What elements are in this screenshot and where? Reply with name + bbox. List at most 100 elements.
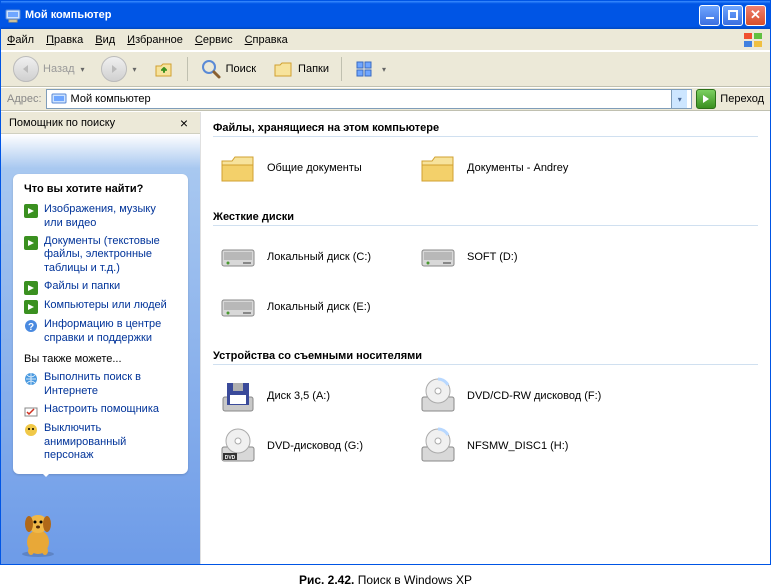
folder-icon <box>417 147 459 189</box>
back-arrow-icon <box>13 56 39 82</box>
search-dog-icon[interactable] <box>15 508 61 558</box>
svg-text:DVD: DVD <box>225 455 236 461</box>
search-link[interactable]: Документы (текстовые файлы, электронные … <box>24 233 177 278</box>
menu-help[interactable]: Справка <box>245 34 288 46</box>
group-items: Диск 3,5 (A:)DVD/CD-RW дисковод (F:)DVDD… <box>213 371 758 471</box>
close-sidebar-button[interactable]: × <box>176 115 192 131</box>
link-icon <box>24 300 38 314</box>
link-icon <box>24 281 38 295</box>
group-items: Общие документы Документы - Andrey <box>213 143 758 193</box>
figure-caption: Рис. 2.42. Поиск в Windows XP <box>0 573 771 587</box>
address-value: Мой компьютер <box>71 93 151 105</box>
drive-item[interactable]: NFSMW_DISC1 (H:) <box>413 421 613 471</box>
dvd-icon: DVD <box>217 425 259 467</box>
cd-icon <box>417 375 459 417</box>
drive-item[interactable]: SOFT (D:) <box>413 232 613 282</box>
address-field[interactable]: Мой компьютер ▾ <box>46 89 693 109</box>
drive-item[interactable]: Локальный диск (E:) <box>213 282 413 332</box>
forward-button[interactable]: ▾ <box>95 55 143 83</box>
back-label: Назад <box>43 63 75 75</box>
link-icon: ? <box>24 319 38 333</box>
drive-item[interactable]: Общие документы <box>213 143 413 193</box>
menu-tools[interactable]: Сервис <box>195 34 233 46</box>
go-button[interactable] <box>696 89 716 109</box>
address-label: Адрес: <box>7 93 42 105</box>
window-title: Мой компьютер <box>25 9 112 21</box>
separator <box>341 57 342 81</box>
svg-text:?: ? <box>28 322 34 333</box>
chevron-down-icon: ▾ <box>382 65 386 74</box>
search-link[interactable]: Изображения, музыку или видео <box>24 201 177 233</box>
close-button[interactable]: ✕ <box>745 5 766 26</box>
content-area[interactable]: Файлы, хранящиеся на этом компьютере Общи… <box>201 112 770 564</box>
item-label: Локальный диск (C:) <box>267 251 371 263</box>
menu-file[interactable]: Файл <box>7 34 34 46</box>
search-icon <box>200 58 222 80</box>
title-bar[interactable]: Мой компьютер ✕ <box>1 1 770 29</box>
toolbar: Назад ▾ ▾ Поиск Папки <box>1 51 770 87</box>
caption-text: Поиск в Windows XP <box>354 573 472 587</box>
cd-icon <box>417 425 459 467</box>
link-icon <box>24 372 38 386</box>
menu-favorites[interactable]: Избранное <box>127 34 183 46</box>
window: Мой компьютер ✕ Файл Правка Вид Избранно… <box>0 0 771 565</box>
link-icon <box>24 423 38 437</box>
group-header: Жесткие диски <box>213 207 758 226</box>
search-link[interactable]: Выключить анимированный персонаж <box>24 420 177 465</box>
link-icon <box>24 404 38 418</box>
minimize-button[interactable] <box>699 5 720 26</box>
hdd-icon <box>217 286 259 328</box>
search-link[interactable]: Настроить помощника <box>24 401 177 420</box>
go-label: Переход <box>720 93 764 105</box>
item-label: NFSMW_DISC1 (H:) <box>467 440 568 452</box>
folders-button[interactable]: Папки <box>266 55 335 83</box>
maximize-button[interactable] <box>722 5 743 26</box>
search-button[interactable]: Поиск <box>194 55 262 83</box>
drive-item[interactable]: DVD DVD-дисковод (G:) <box>213 421 413 471</box>
views-icon <box>354 58 376 80</box>
drive-item[interactable]: Диск 3,5 (A:) <box>213 371 413 421</box>
views-button[interactable]: ▾ <box>348 55 392 83</box>
link-label: Выключить анимированный персонаж <box>44 422 177 463</box>
menu-view[interactable]: Вид <box>95 34 115 46</box>
link-icon <box>24 236 38 250</box>
forward-arrow-icon <box>101 56 127 82</box>
folder-icon <box>217 147 259 189</box>
up-button[interactable] <box>147 55 181 83</box>
sidebar-title: Помощник по поиску <box>9 117 115 129</box>
group-header: Устройства со съемными носителями <box>213 346 758 365</box>
search-link[interactable]: Компьютеры или людей <box>24 297 177 316</box>
item-label: DVD/CD-RW дисковод (F:) <box>467 390 601 402</box>
group-header: Файлы, хранящиеся на этом компьютере <box>213 118 758 137</box>
chevron-down-icon: ▾ <box>133 65 137 74</box>
link-label: Компьютеры или людей <box>44 299 167 313</box>
search-link[interactable]: Файлы и папки <box>24 278 177 297</box>
group-items: Локальный диск (C:) SOFT (D:) Локальный ди… <box>213 232 758 332</box>
link-label: Настроить помощника <box>44 403 159 417</box>
search-balloon: Что вы хотите найти? Изображения, музыку… <box>13 174 188 474</box>
link-label: Информацию в центре справки и поддержки <box>44 318 177 346</box>
item-label: DVD-дисковод (G:) <box>267 440 363 452</box>
folders-label: Папки <box>298 63 329 75</box>
search-link[interactable]: Выполнить поиск в Интернете <box>24 369 177 401</box>
hdd-icon <box>417 236 459 278</box>
drive-item[interactable]: Локальный диск (C:) <box>213 232 413 282</box>
search-label: Поиск <box>226 63 256 75</box>
search-link[interactable]: ? Информацию в центре справки и поддержки <box>24 316 177 348</box>
menu-edit[interactable]: Правка <box>46 34 83 46</box>
drive-item[interactable]: Документы - Andrey <box>413 143 613 193</box>
windows-flag-icon <box>742 31 766 49</box>
item-label: Общие документы <box>267 162 362 174</box>
item-label: Диск 3,5 (A:) <box>267 390 330 402</box>
item-label: Документы - Andrey <box>467 162 568 174</box>
drive-item[interactable]: DVD/CD-RW дисковод (F:) <box>413 371 613 421</box>
link-label: Файлы и папки <box>44 280 120 294</box>
back-button[interactable]: Назад ▾ <box>7 55 91 83</box>
address-dropdown[interactable]: ▾ <box>671 90 687 108</box>
item-label: Локальный диск (E:) <box>267 301 371 313</box>
item-label: SOFT (D:) <box>467 251 518 263</box>
my-computer-icon <box>5 7 21 23</box>
folders-icon <box>272 58 294 80</box>
chevron-down-icon: ▾ <box>81 65 85 74</box>
link-label: Документы (текстовые файлы, электронные … <box>44 235 177 276</box>
